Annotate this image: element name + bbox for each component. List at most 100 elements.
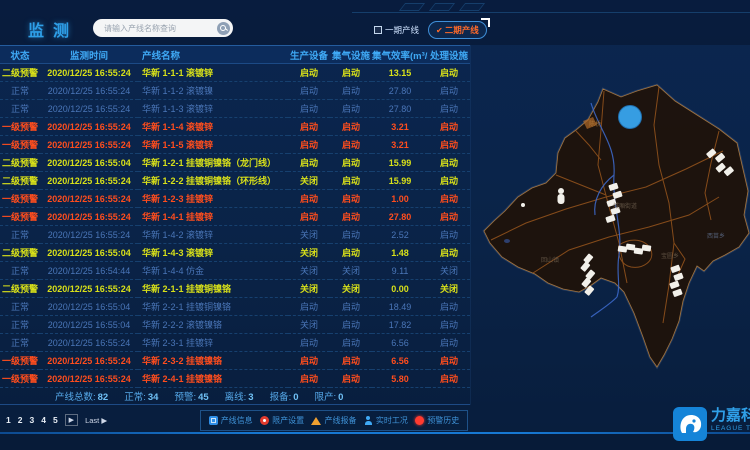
table-row[interactable]: 正常 2020/12/25 16:55:04 华新 2-2-2 滚镀镍铬 关闭 …: [0, 316, 470, 334]
cell-status: 正常: [0, 262, 40, 280]
cell-treatment-facility: 启动: [428, 244, 470, 262]
phase2-label: 二期产线: [445, 24, 479, 36]
cell-production-equipment: 启动: [288, 100, 330, 118]
cell-status: 二级预警: [0, 154, 40, 172]
circle-icon: [260, 416, 269, 425]
last-page-button[interactable]: Last ▶: [85, 416, 107, 425]
person-icon: [364, 416, 373, 425]
table-row[interactable]: 二级预警 2020/12/25 16:55:24 华新 1-2-2 挂镀铜镍铬（…: [0, 172, 470, 190]
cell-status: 二级预警: [0, 280, 40, 298]
person-marker[interactable]: [558, 188, 565, 204]
cell-time: 2020/12/25 16:55:24: [40, 136, 138, 154]
table-row[interactable]: 一级预警 2020/12/25 16:55:24 华新 1-2-3 挂镀锌 启动…: [0, 190, 470, 208]
cell-gas-facility: 启动: [330, 154, 372, 172]
blue-circle-marker[interactable]: [619, 106, 642, 129]
table-row[interactable]: 二级预警 2020/12/25 16:55:04 华新 1-4-3 滚镀锌 关闭…: [0, 244, 470, 262]
table-row[interactable]: 一级预警 2020/12/25 16:55:24 华新 1-1-5 滚镀锌 启动…: [0, 136, 470, 154]
phase1-checkbox[interactable]: 一期产线: [374, 24, 419, 36]
cell-line-name: 华新 1-4-1 挂镀锌: [138, 208, 288, 226]
cell-line-name: 华新 1-1-2 滚镀镍: [138, 82, 288, 100]
monitoring-dashboard: 监测 一期产线 ✔ 二期产线 状态: [0, 0, 750, 450]
cell-line-name: 华新 1-4-4 仿金: [138, 262, 288, 280]
legend-production-limit[interactable]: 限产设置: [260, 415, 304, 426]
page-button-5[interactable]: 5: [53, 415, 58, 425]
col-time: 监测时间: [40, 46, 138, 64]
cell-production-equipment: 启动: [288, 190, 330, 208]
cell-line-name: 华新 2-2-2 滚镀镍铬: [138, 316, 288, 334]
cell-line-name: 华新 1-1-1 滚镀锌: [138, 64, 288, 82]
cell-status: 一级预警: [0, 370, 40, 388]
cell-treatment-facility: 启动: [428, 334, 470, 352]
table-row[interactable]: 正常 2020/12/25 16:55:24 华新 1-4-2 滚镀锌 关闭 启…: [0, 226, 470, 244]
district-map-svg[interactable]: [471, 45, 750, 405]
cell-production-equipment: 关闭: [288, 226, 330, 244]
cell-time: 2020/12/25 16:55:24: [40, 82, 138, 100]
cell-gas-facility: 启动: [330, 208, 372, 226]
col-treatment-facility: 处理设施: [428, 46, 470, 64]
cell-time: 2020/12/25 16:55:04: [40, 316, 138, 334]
cell-production-equipment: 启动: [288, 118, 330, 136]
cell-line-name: 华新 1-1-4 滚镀锌: [138, 118, 288, 136]
table-row[interactable]: 二级预警 2020/12/25 16:55:04 华新 1-2-1 挂镀铜镍铬（…: [0, 154, 470, 172]
page-button-1[interactable]: 1: [6, 415, 11, 425]
cell-status: 一级预警: [0, 190, 40, 208]
table-row[interactable]: 正常 2020/12/25 16:55:24 华新 1-1-3 滚镀锌 启动 启…: [0, 100, 470, 118]
search-input[interactable]: [102, 23, 217, 34]
legend-line-report[interactable]: 产线报备: [311, 415, 356, 426]
cell-production-equipment: 启动: [288, 64, 330, 82]
cell-treatment-facility: 启动: [428, 172, 470, 190]
legend-line-info[interactable]: 产线信息: [209, 415, 253, 426]
table-row[interactable]: 一级预警 2020/12/25 16:55:24 华新 2-4-1 挂镀镍铬 启…: [0, 370, 470, 388]
cell-gas-facility: 启动: [330, 352, 372, 370]
brand-logo: 力嘉科技 LEAGUE TE: [673, 407, 750, 441]
cell-time: 2020/12/25 16:55:24: [40, 100, 138, 118]
checkbox-icon[interactable]: [374, 26, 382, 34]
cell-gas-efficiency: 5.80: [372, 370, 428, 388]
cell-status: 正常: [0, 334, 40, 352]
cell-line-name: 华新 2-3-2 挂镀镍铬: [138, 352, 288, 370]
page-button-2[interactable]: 2: [18, 415, 23, 425]
cell-time: 2020/12/25 16:55:04: [40, 154, 138, 172]
table-row[interactable]: 一级预警 2020/12/25 16:55:24 华新 1-4-1 挂镀锌 启动…: [0, 208, 470, 226]
cell-gas-facility: 关闭: [330, 280, 372, 298]
table-row[interactable]: 二级预警 2020/12/25 16:55:24 华新 1-1-1 滚镀锌 启动…: [0, 64, 470, 82]
table-row[interactable]: 正常 2020/12/25 16:55:04 华新 2-2-1 挂镀铜镍铬 启动…: [0, 298, 470, 316]
elephant-logo-icon: [673, 407, 707, 441]
cell-line-name: 华新 2-4-1 挂镀镍铬: [138, 370, 288, 388]
table-row[interactable]: 一级预警 2020/12/25 16:55:24 华新 2-3-2 挂镀镍铬 启…: [0, 352, 470, 370]
summary-bar: 产线总数:82 正常:34 预警:45 离线:3 报备:0 限产:0: [0, 387, 470, 405]
cell-gas-efficiency: 18.49: [372, 298, 428, 316]
phase2-toggle-button[interactable]: ✔ 二期产线: [428, 21, 487, 39]
search-icon[interactable]: [217, 22, 230, 35]
cell-gas-facility: 启动: [330, 172, 372, 190]
cell-gas-efficiency: 3.21: [372, 118, 428, 136]
header-decoration: [429, 3, 455, 11]
table-row[interactable]: 正常 2020/12/25 16:55:24 华新 2-3-1 挂镀锌 启动 启…: [0, 334, 470, 352]
cell-gas-facility: 启动: [330, 334, 372, 352]
cell-production-equipment: 启动: [288, 352, 330, 370]
table-row[interactable]: 正常 2020/12/25 16:55:24 华新 1-1-2 滚镀镍 启动 启…: [0, 82, 470, 100]
col-production-equipment: 生产设备: [288, 46, 330, 64]
cell-gas-facility: 启动: [330, 298, 372, 316]
cell-gas-facility: 启动: [330, 190, 372, 208]
monitor-table-zone: 状态 监测时间 产线名称 生产设备 集气设施 集气效率(m³/s) 处理设施 二…: [0, 45, 470, 388]
cell-treatment-facility: 启动: [428, 118, 470, 136]
table-row[interactable]: 二级预警 2020/12/25 16:55:24 华新 2-1-1 挂镀铜镍铬 …: [0, 280, 470, 298]
table-row[interactable]: 正常 2020/12/25 16:54:44 华新 1-4-4 仿金 关闭 关闭…: [0, 262, 470, 280]
cell-gas-efficiency: 3.21: [372, 136, 428, 154]
page-button-4[interactable]: 4: [41, 415, 46, 425]
triangle-icon: [311, 417, 321, 425]
cell-time: 2020/12/25 16:55:24: [40, 280, 138, 298]
next-page-button[interactable]: ▶: [65, 414, 78, 426]
cell-gas-efficiency: 27.80: [372, 100, 428, 118]
page-button-3[interactable]: 3: [29, 415, 34, 425]
table-row[interactable]: 一级预警 2020/12/25 16:55:24 华新 1-1-4 滚镀锌 启动…: [0, 118, 470, 136]
cell-line-name: 华新 2-3-1 挂镀锌: [138, 334, 288, 352]
district-map[interactable]: 陈桥 城厢街道 回山镇 宝圆乡 西苗乡: [470, 45, 750, 405]
cell-treatment-facility: 启动: [428, 316, 470, 334]
cell-gas-efficiency: 27.80: [372, 82, 428, 100]
cell-treatment-facility: 启动: [428, 298, 470, 316]
legend-realtime-condition[interactable]: 实时工况: [364, 415, 408, 426]
cell-gas-facility: 启动: [330, 82, 372, 100]
legend-warning-history[interactable]: 预警历史: [415, 415, 459, 426]
